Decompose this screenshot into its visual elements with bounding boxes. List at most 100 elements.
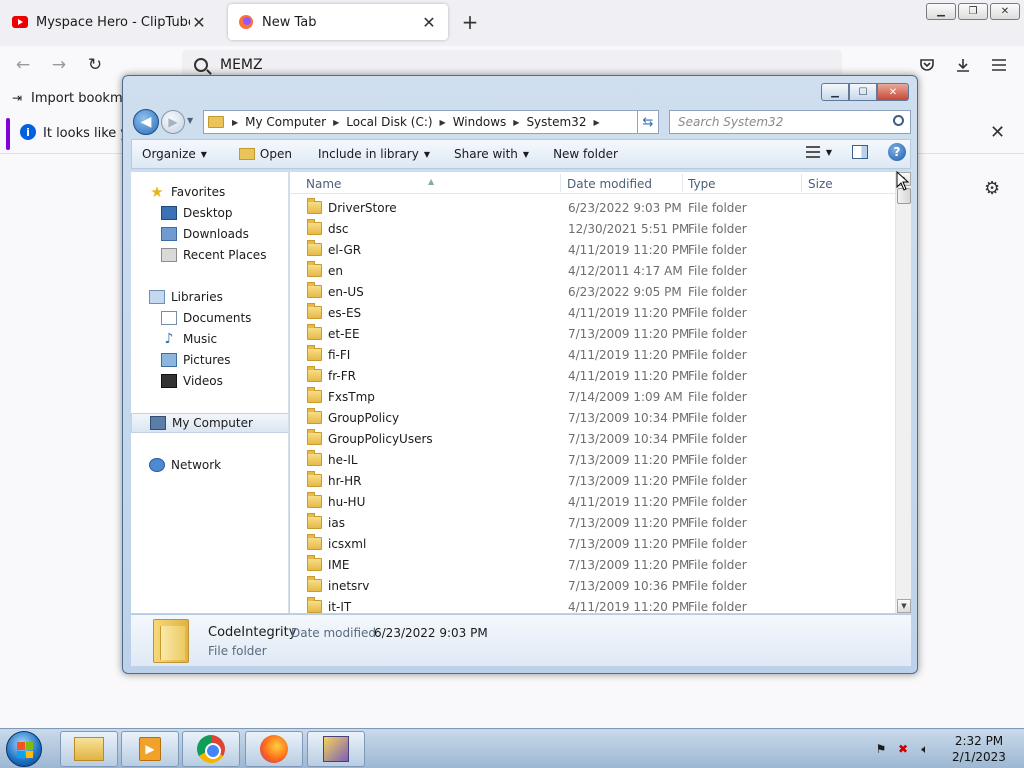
sort-ascending-icon: ▲ <box>428 177 435 186</box>
file-rows: DriverStore 6/23/2022 9:03 PM File folder d… <box>290 198 895 613</box>
restore-button[interactable]: ❐ <box>958 3 988 20</box>
network-status-icon[interactable]: ✖ <box>896 742 910 756</box>
nav-my-computer[interactable]: My Computer <box>131 413 288 433</box>
file-row[interactable]: icsxml 7/13/2009 11:20 PM File folder <box>290 534 895 555</box>
volume-icon[interactable]: 🔈︎ <box>918 742 932 756</box>
help-icon[interactable]: ? <box>888 143 906 161</box>
close-button[interactable]: ✕ <box>877 83 909 101</box>
date-modified-value: 6/23/2022 9:03 PM <box>374 626 488 640</box>
column-size[interactable]: Size <box>808 177 833 191</box>
address-bar[interactable]: ▶ My Computer ▶ Local Disk (C:) ▶ Window… <box>203 110 659 134</box>
downloads-icon[interactable] <box>950 52 976 78</box>
taskbar-explorer[interactable] <box>60 731 118 767</box>
pocket-icon[interactable] <box>914 52 940 78</box>
taskbar-firefox[interactable] <box>245 731 303 767</box>
url-text: MEMZ <box>220 57 263 73</box>
file-row[interactable]: en-US 6/23/2022 9:05 PM File folder <box>290 282 895 303</box>
forward-button[interactable]: ▶ <box>161 110 185 134</box>
forward-icon[interactable]: → <box>46 52 72 78</box>
nav-favorites[interactable]: ★ Favorites <box>131 182 288 202</box>
file-row[interactable]: el-GR 4/11/2019 11:20 PM File folder <box>290 240 895 261</box>
breadcrumb-item[interactable]: Local Disk (C:) <box>341 115 437 129</box>
nav-network[interactable]: Network <box>131 455 288 475</box>
breadcrumb-item[interactable]: Windows <box>448 115 512 129</box>
file-type: File folder <box>688 327 747 341</box>
close-icon[interactable]: ✕ <box>990 122 1005 143</box>
minimize-button[interactable]: ▁ <box>926 3 956 20</box>
clock[interactable]: 2:32 PM 2/1/2023 <box>946 733 1012 765</box>
file-row[interactable]: it-IT 4/11/2019 11:20 PM File folder <box>290 597 895 613</box>
file-row[interactable]: hu-HU 4/11/2019 11:20 PM File folder <box>290 492 895 513</box>
action-center-icon[interactable]: ⚑ <box>874 742 888 756</box>
selected-item-type: File folder <box>208 644 267 658</box>
close-window-button[interactable]: ✕ <box>990 3 1020 20</box>
nav-videos[interactable]: Videos <box>131 371 288 391</box>
documents-icon <box>161 311 177 325</box>
tab-cliptube[interactable]: Myspace Hero - ClipTube ✕ <box>2 4 218 40</box>
organize-button[interactable]: Organize ▼ <box>132 147 217 161</box>
menu-icon[interactable] <box>986 52 1012 78</box>
nav-desktop[interactable]: Desktop <box>131 203 288 223</box>
file-row[interactable]: he-IL 7/13/2009 11:20 PM File folder <box>290 450 895 471</box>
taskbar-memz[interactable] <box>307 731 365 767</box>
file-row[interactable]: hr-HR 7/13/2009 11:20 PM File folder <box>290 471 895 492</box>
nav-libraries[interactable]: Libraries <box>131 287 288 307</box>
file-row[interactable]: dsc 12/30/2021 5:51 PM File folder <box>290 219 895 240</box>
file-type: File folder <box>688 579 747 593</box>
nav-music[interactable]: ♪ Music <box>131 329 288 349</box>
clock-date: 2/1/2023 <box>952 750 1006 764</box>
reload-icon[interactable]: ↻ <box>82 52 108 78</box>
taskbar-media-player[interactable]: ▶ <box>121 731 179 767</box>
nav-recent-places[interactable]: Recent Places <box>131 245 288 265</box>
preview-pane-icon[interactable] <box>852 145 868 159</box>
close-tab-icon[interactable]: ✕ <box>190 13 208 32</box>
file-row[interactable]: en 4/12/2011 4:17 AM File folder <box>290 261 895 282</box>
new-folder-button[interactable]: New folder <box>543 147 628 161</box>
nav-documents[interactable]: Documents <box>131 308 288 328</box>
history-dropdown-icon[interactable]: ▼ <box>187 116 193 125</box>
maximize-button[interactable]: ☐ <box>849 83 877 101</box>
column-date-modified[interactable]: Date modified <box>567 177 652 191</box>
file-row[interactable]: fr-FR 4/11/2019 11:20 PM File folder <box>290 366 895 387</box>
minimize-button[interactable]: ▁ <box>821 83 849 101</box>
open-button[interactable]: Open <box>229 147 302 161</box>
breadcrumb-item[interactable]: My Computer <box>240 115 331 129</box>
file-row[interactable]: IME 7/13/2009 11:20 PM File folder <box>290 555 895 576</box>
tab-new-tab[interactable]: New Tab ✕ <box>228 4 448 40</box>
file-row[interactable]: DriverStore 6/23/2022 9:03 PM File folder <box>290 198 895 219</box>
vertical-scrollbar[interactable]: ▲ ▼ <box>895 172 911 613</box>
include-in-library-button[interactable]: Include in library ▼ <box>308 147 440 161</box>
file-name: dsc <box>328 222 349 236</box>
new-tab-button[interactable]: + <box>456 8 484 36</box>
column-type[interactable]: Type <box>688 177 716 191</box>
taskbar-chrome[interactable] <box>182 731 240 767</box>
file-row[interactable]: et-EE 7/13/2009 11:20 PM File folder <box>290 324 895 345</box>
back-icon[interactable]: ← <box>10 52 36 78</box>
file-row[interactable]: ias 7/13/2009 11:20 PM File folder <box>290 513 895 534</box>
file-date-modified: 4/11/2019 11:20 PM <box>568 600 690 613</box>
search-input[interactable]: Search System32 <box>669 110 911 134</box>
file-row[interactable]: es-ES 4/11/2019 11:20 PM File folder <box>290 303 895 324</box>
column-name[interactable]: Name <box>306 177 341 191</box>
breadcrumb-item[interactable]: System32 <box>521 115 591 129</box>
back-button[interactable]: ◀ <box>133 109 159 135</box>
share-with-button[interactable]: Share with ▼ <box>444 147 539 161</box>
refresh-icon[interactable]: ⇆ <box>637 110 659 134</box>
close-tab-icon[interactable]: ✕ <box>420 13 438 32</box>
chevron-down-icon: ▼ <box>200 149 207 159</box>
file-type: File folder <box>688 453 747 467</box>
gear-icon[interactable]: ⚙ <box>984 178 1000 199</box>
nav-downloads[interactable]: Downloads <box>131 224 288 244</box>
file-type: File folder <box>688 537 747 551</box>
file-row[interactable]: GroupPolicy 7/13/2009 10:34 PM File folder <box>290 408 895 429</box>
chevron-down-icon[interactable]: ▼ <box>826 148 832 157</box>
file-list: ▲ Name Date modified Type Size DriverSto… <box>290 172 911 613</box>
nav-pictures[interactable]: Pictures <box>131 350 288 370</box>
start-button[interactable] <box>6 731 42 767</box>
file-row[interactable]: GroupPolicyUsers 7/13/2009 10:34 PM File f… <box>290 429 895 450</box>
change-view-icon[interactable] <box>805 146 820 158</box>
scroll-down-icon[interactable]: ▼ <box>897 599 911 613</box>
file-row[interactable]: inetsrv 7/13/2009 10:36 PM File folder <box>290 576 895 597</box>
file-row[interactable]: fi-FI 4/11/2019 11:20 PM File folder <box>290 345 895 366</box>
file-row[interactable]: FxsTmp 7/14/2009 1:09 AM File folder <box>290 387 895 408</box>
